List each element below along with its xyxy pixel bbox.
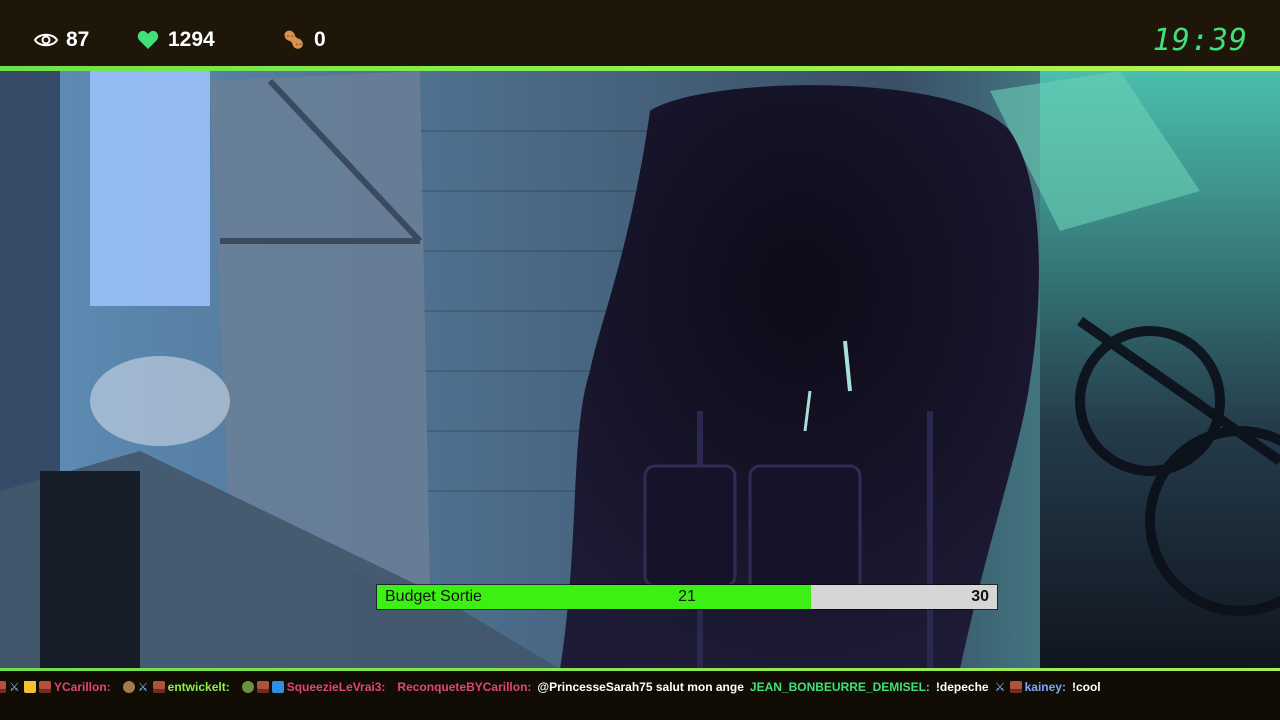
cube-badge-icon bbox=[271, 681, 284, 693]
chat-message: SqueezieLeVrai3: bbox=[241, 679, 392, 695]
eye-icon bbox=[34, 28, 58, 52]
chat-message: ⚔ kainey: !cool bbox=[995, 679, 1101, 695]
stream-clock: 19:39 bbox=[1152, 22, 1248, 58]
chat-message: ⚔ YCarillon: bbox=[0, 679, 117, 695]
peanut-count: 0 bbox=[282, 20, 326, 60]
brick-badge-icon bbox=[1009, 681, 1022, 693]
crown-badge-icon bbox=[24, 681, 36, 693]
budget-label: Budget Sortie bbox=[385, 588, 482, 605]
brick-badge-icon bbox=[256, 681, 269, 693]
peanut-icon bbox=[282, 28, 306, 52]
budget-current-value: 21 bbox=[678, 588, 696, 605]
brick-badge-icon bbox=[39, 681, 51, 693]
like-count: 1294 bbox=[136, 20, 215, 60]
viewer-count-value: 87 bbox=[66, 28, 90, 51]
video-scene-illustration bbox=[0, 71, 1280, 669]
viewer-count: 87 bbox=[34, 20, 89, 60]
face-badge-icon bbox=[122, 681, 135, 693]
video-frame bbox=[0, 71, 1280, 669]
peanut-count-value: 0 bbox=[314, 28, 326, 51]
chat-ticker-track: ⚔ YCarillon: ⚔ entwickelt: SqueezieLeVrai3: R… bbox=[0, 679, 1107, 695]
chat-username: JEAN_BONBEURRE_DEMISEL: bbox=[749, 680, 930, 694]
like-count-value: 1294 bbox=[168, 28, 215, 51]
chat-text: !depeche bbox=[935, 680, 989, 694]
chat-message: ReconqueteBYCarillon: @PrincesseSarah75 s… bbox=[397, 679, 743, 695]
sword-badge-icon: ⚔ bbox=[9, 680, 20, 694]
chat-username: ReconqueteBYCarillon: bbox=[397, 680, 532, 694]
budget-goal-value: 30 bbox=[971, 588, 989, 605]
chat-username: SqueezieLeVrai3: bbox=[286, 680, 386, 694]
chat-text: !cool bbox=[1071, 680, 1101, 694]
sword-badge-icon: ⚔ bbox=[994, 680, 1006, 694]
budget-progress-bar: Budget Sortie 21 30 bbox=[377, 585, 997, 609]
chat-text: @PrincesseSarah75 salut mon ange bbox=[537, 680, 744, 694]
brick-badge-icon bbox=[152, 681, 165, 693]
frog-badge-icon bbox=[241, 681, 254, 693]
chat-message: JEAN_BONBEURRE_DEMISEL: !depeche bbox=[750, 679, 989, 695]
chat-ticker: ⚔ YCarillon: ⚔ entwickelt: SqueezieLeVrai3: R… bbox=[0, 671, 1280, 720]
sword-badge-icon: ⚔ bbox=[137, 680, 149, 694]
brick-badge-icon bbox=[0, 681, 6, 693]
chat-message: ⚔ entwickelt: bbox=[122, 679, 236, 695]
chat-username: entwickelt: bbox=[167, 680, 230, 694]
chat-username: YCarillon: bbox=[54, 680, 111, 694]
stream-header: 87 1294 0 19:39 bbox=[0, 0, 1280, 66]
chat-username: kainey: bbox=[1024, 680, 1066, 694]
heart-icon bbox=[136, 28, 160, 52]
